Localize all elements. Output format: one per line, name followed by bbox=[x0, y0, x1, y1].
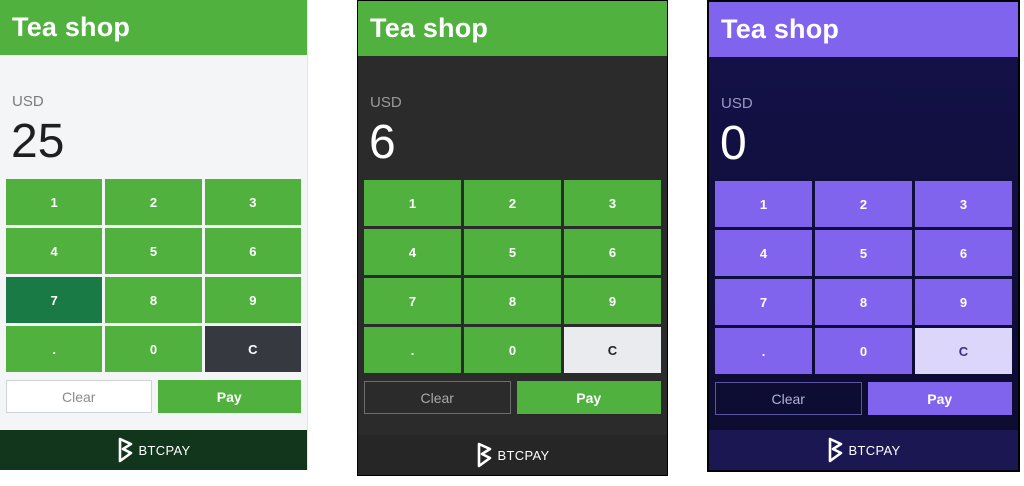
key-4[interactable]: 4 bbox=[6, 228, 103, 274]
footer-bar: BTCPAY bbox=[709, 430, 1018, 470]
key-7[interactable]: 7 bbox=[6, 277, 103, 323]
clear-button[interactable]: Clear bbox=[6, 380, 152, 413]
key-8[interactable]: 8 bbox=[105, 277, 202, 323]
key-clear-entry[interactable]: C bbox=[204, 326, 301, 372]
clear-button[interactable]: Clear bbox=[715, 382, 862, 415]
key-1[interactable]: 1 bbox=[6, 179, 103, 225]
key-9[interactable]: 9 bbox=[915, 279, 1012, 325]
key-0[interactable]: 0 bbox=[105, 326, 202, 372]
currency-label: USD bbox=[370, 94, 402, 111]
store-title: Tea shop bbox=[721, 14, 840, 44]
key-0[interactable]: 0 bbox=[464, 327, 561, 373]
key-decimal[interactable]: . bbox=[715, 328, 812, 374]
key-3[interactable]: 3 bbox=[204, 179, 301, 225]
key-6[interactable]: 6 bbox=[564, 229, 661, 275]
header-bar: Tea shop bbox=[0, 0, 307, 55]
btcpay-logo-icon bbox=[117, 437, 135, 463]
amount-display: 0 bbox=[720, 117, 747, 170]
key-0[interactable]: 0 bbox=[815, 328, 912, 374]
key-7[interactable]: 7 bbox=[715, 279, 812, 325]
key-6[interactable]: 6 bbox=[204, 228, 301, 274]
keypad: 1 2 3 4 5 6 7 8 9 . 0 C bbox=[6, 179, 301, 372]
key-1[interactable]: 1 bbox=[364, 180, 461, 226]
btcpay-logo-icon bbox=[476, 442, 494, 468]
pay-button[interactable]: Pay bbox=[867, 382, 1012, 415]
key-3[interactable]: 3 bbox=[564, 180, 661, 226]
footer-bar: BTCPAY bbox=[358, 435, 667, 475]
key-5[interactable]: 5 bbox=[464, 229, 561, 275]
keypad: 1 2 3 4 5 6 7 8 9 . 0 C bbox=[364, 180, 661, 373]
key-9[interactable]: 9 bbox=[204, 277, 301, 323]
pay-button[interactable]: Pay bbox=[157, 380, 301, 413]
header-bar: Tea shop bbox=[709, 2, 1018, 57]
clear-button[interactable]: Clear bbox=[364, 381, 511, 414]
pay-button[interactable]: Pay bbox=[516, 381, 661, 414]
key-clear-entry[interactable]: C bbox=[564, 327, 661, 373]
key-decimal[interactable]: . bbox=[364, 327, 461, 373]
key-7[interactable]: 7 bbox=[364, 278, 461, 324]
key-9[interactable]: 9 bbox=[564, 278, 661, 324]
keypad: 1 2 3 4 5 6 7 8 9 . 0 C bbox=[715, 181, 1012, 374]
currency-label: USD bbox=[12, 93, 44, 110]
action-row: Clear Pay bbox=[6, 380, 301, 413]
key-5[interactable]: 5 bbox=[105, 228, 202, 274]
store-title: Tea shop bbox=[370, 13, 489, 43]
header-bar: Tea shop bbox=[358, 1, 667, 56]
key-3[interactable]: 3 bbox=[915, 181, 1012, 227]
key-2[interactable]: 2 bbox=[105, 179, 202, 225]
action-row: Clear Pay bbox=[364, 381, 661, 414]
key-decimal[interactable]: . bbox=[6, 326, 103, 372]
pos-panel-green-light: Tea shop USD 25 1 2 3 4 5 6 7 8 9 . 0 C … bbox=[0, 0, 308, 470]
footer-bar: BTCPAY bbox=[0, 430, 307, 470]
store-title: Tea shop bbox=[12, 12, 131, 42]
key-1[interactable]: 1 bbox=[715, 181, 812, 227]
key-2[interactable]: 2 bbox=[464, 180, 561, 226]
key-5[interactable]: 5 bbox=[815, 230, 912, 276]
amount-display: 25 bbox=[11, 115, 65, 168]
footer-brand-label: BTCPAY bbox=[848, 442, 901, 458]
amount-display: 6 bbox=[369, 116, 396, 169]
footer-brand-label: BTCPAY bbox=[497, 447, 550, 463]
btcpay-logo-icon bbox=[827, 437, 845, 463]
pos-panel-dark: Tea shop USD 6 1 2 3 4 5 6 7 8 9 . 0 C C… bbox=[357, 0, 668, 476]
footer-brand-label: BTCPAY bbox=[138, 442, 191, 458]
action-row: Clear Pay bbox=[715, 382, 1012, 415]
key-6[interactable]: 6 bbox=[915, 230, 1012, 276]
pos-panel-purple: Tea shop USD 0 1 2 3 4 5 6 7 8 9 . 0 C C… bbox=[707, 0, 1020, 472]
currency-label: USD bbox=[721, 95, 753, 112]
key-2[interactable]: 2 bbox=[815, 181, 912, 227]
key-8[interactable]: 8 bbox=[464, 278, 561, 324]
key-clear-entry[interactable]: C bbox=[915, 328, 1012, 374]
key-4[interactable]: 4 bbox=[364, 229, 461, 275]
key-8[interactable]: 8 bbox=[815, 279, 912, 325]
key-4[interactable]: 4 bbox=[715, 230, 812, 276]
